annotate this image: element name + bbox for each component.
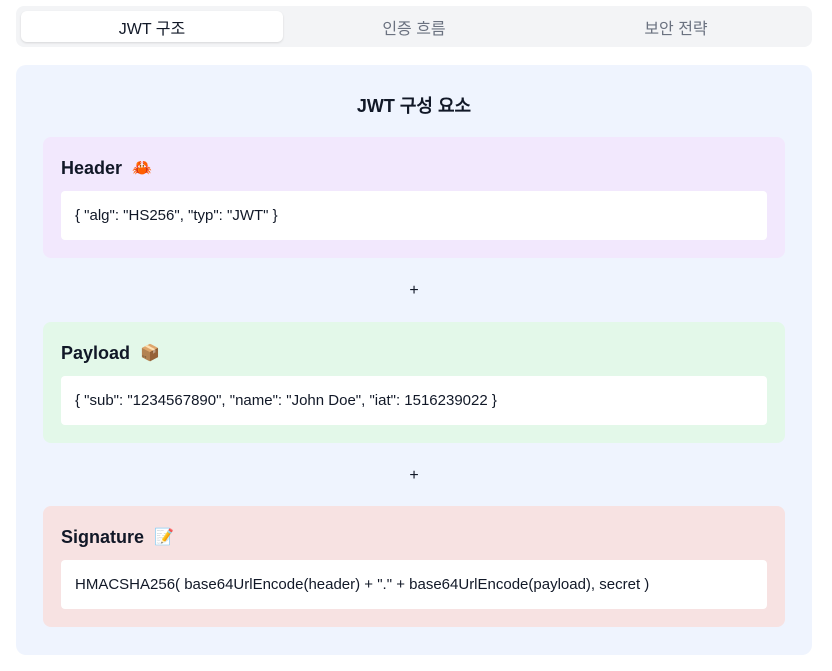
plus-separator: + xyxy=(409,467,419,484)
tab-bar: JWT 구조 인증 흐름 보안 전략 xyxy=(16,6,812,47)
payload-part-title: Payload xyxy=(61,343,131,363)
tab-security-strategy[interactable]: 보안 전략 xyxy=(545,11,807,42)
memo-icon: 📝 xyxy=(154,528,174,546)
signature-part-title: Signature xyxy=(61,527,145,547)
header-part-title: Header xyxy=(61,158,123,178)
header-code: { "alg": "HS256", "typ": "JWT" } xyxy=(61,191,767,240)
tab-auth-flow[interactable]: 인증 흐름 xyxy=(283,11,545,42)
signature-code: HMACSHA256( base64UrlEncode(header) + ".… xyxy=(61,560,767,609)
package-icon: 📦 xyxy=(140,344,160,362)
payload-code: { "sub": "1234567890", "name": "John Doe… xyxy=(61,376,767,425)
panel-title: JWT 구성 요소 xyxy=(356,96,472,116)
plus-separator: + xyxy=(409,282,419,299)
tab-jwt-structure[interactable]: JWT 구조 xyxy=(21,11,283,42)
header-part: Header 🦀 { "alg": "HS256", "typ": "JWT" … xyxy=(43,137,785,258)
jwt-components-panel: JWT 구성 요소 Header 🦀 { "alg": "HS256", "ty… xyxy=(16,65,812,655)
crab-icon: 🦀 xyxy=(132,159,152,177)
payload-part: Payload 📦 { "sub": "1234567890", "name":… xyxy=(43,322,785,443)
signature-part: Signature 📝 HMACSHA256( base64UrlEncode(… xyxy=(43,506,785,627)
